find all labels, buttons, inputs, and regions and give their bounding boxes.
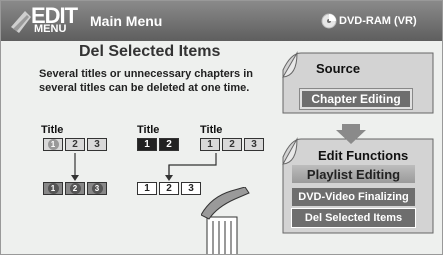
playlist-editing-button[interactable]: Playlist Editing [292, 165, 415, 183]
chapter-cell: 2 [65, 138, 85, 151]
chapter-cell: 3 [87, 182, 107, 195]
chapter-cell: 3 [87, 138, 107, 151]
edit-functions-title: Edit Functions [318, 148, 409, 163]
chapter-cell: 2 [222, 138, 242, 151]
dvd-video-finalizing-button[interactable]: DVD-Video Finalizing [292, 188, 415, 206]
chapter-editing-button[interactable]: Chapter Editing [299, 88, 413, 110]
function-description: Several titles or unnecessary chapters i… [39, 68, 253, 94]
chapter-cell: 1 [43, 182, 63, 195]
menu-logo-text: MENU [34, 23, 67, 35]
arrow-head [71, 175, 79, 181]
title-label-3: Title [200, 124, 223, 136]
function-heading: Del Selected Items [79, 43, 221, 60]
title-1-chapters: 1 2 3 [43, 138, 107, 152]
page-title: Main Menu [90, 13, 163, 29]
chapter-cell: 3 [244, 138, 264, 151]
title-3-chapters: 1 2 3 [200, 138, 264, 152]
edit-main-menu-screen: EDIT MENU Main Menu DVD-RAM (VR) Del Sel… [0, 0, 443, 255]
chapter-cell: 2 [65, 182, 85, 195]
disc-type-label: DVD-RAM (VR) [339, 15, 417, 27]
result-title-3-chapters: 1 2 3 [137, 182, 201, 196]
chapter-cell-deleted: 2 [159, 138, 179, 151]
chapter-cell: 1 [200, 138, 220, 151]
title-label-1: Title [41, 124, 64, 136]
trash-can-icon [201, 187, 250, 254]
title-label-2: Title [137, 124, 160, 136]
result-title-1-chapters: 1 2 3 [43, 182, 107, 196]
chapter-cell: 2 [159, 182, 179, 195]
del-selected-items-button[interactable]: Del Selected Items [291, 208, 416, 228]
chapter-cell: 1 [137, 182, 157, 195]
title-2-chapters: 1 2 [137, 138, 179, 152]
disc-icon [321, 13, 337, 29]
chapter-cell: 1 [43, 138, 63, 151]
chapter-cell: 3 [181, 182, 201, 195]
connector-line [168, 153, 217, 177]
header-bar: EDIT MENU Main Menu DVD-RAM (VR) [1, 1, 442, 41]
source-title: Source [316, 61, 361, 76]
chapter-cell-deleted: 1 [137, 138, 157, 151]
down-arrow-icon [336, 124, 366, 144]
arrow-head [165, 175, 173, 181]
